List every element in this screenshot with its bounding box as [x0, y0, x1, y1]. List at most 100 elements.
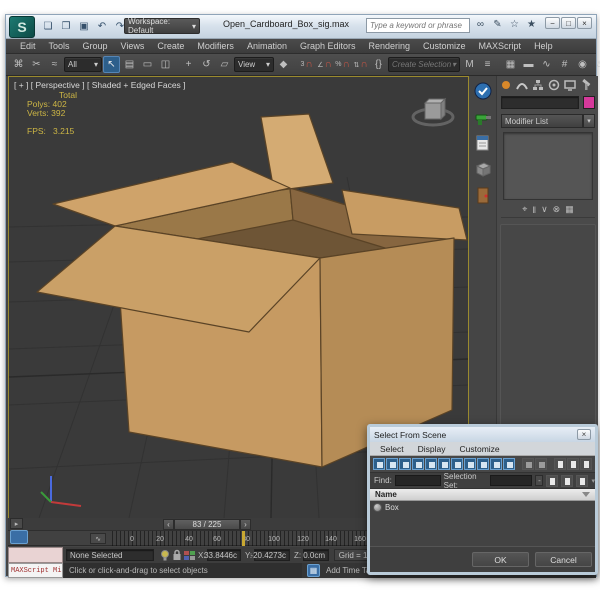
new-file-icon[interactable]: ❏: [40, 18, 56, 34]
chevron-down-icon[interactable]: ▾: [591, 477, 595, 485]
menu-tools[interactable]: Tools: [49, 41, 70, 51]
menu-group[interactable]: Group: [83, 41, 108, 51]
trackbar-mode-button[interactable]: [10, 530, 28, 544]
workspace-dropdown[interactable]: Workspace: Default ▾: [124, 18, 200, 34]
y-coordinate-field[interactable]: -20.4273c: [254, 549, 290, 561]
reference-coordinate-dropdown[interactable]: View ▾: [234, 57, 274, 72]
angle-snap-icon[interactable]: ∠∩: [316, 56, 333, 73]
selection-filter-dropdown[interactable]: All ▾: [64, 57, 102, 72]
viewcube[interactable]: [410, 95, 456, 129]
dialog-close-icon[interactable]: ×: [577, 429, 591, 440]
select-by-name-icon[interactable]: ▤: [121, 56, 138, 73]
edit-named-selections-icon[interactable]: {}: [370, 56, 387, 73]
cancel-button[interactable]: Cancel: [535, 552, 592, 567]
display-geometry-icon[interactable]: [373, 458, 385, 470]
dialog-menu-customize[interactable]: Customize: [460, 444, 500, 454]
display-groups-icon[interactable]: [451, 458, 463, 470]
find-input[interactable]: [395, 475, 441, 486]
align-icon[interactable]: ≡: [479, 56, 496, 73]
script-doc-icon[interactable]: [474, 134, 492, 152]
mini-curve-editor-icon[interactable]: ∿: [90, 533, 106, 544]
select-and-manipulate-icon[interactable]: ◆: [275, 56, 292, 73]
search-icon[interactable]: ∞: [474, 17, 487, 32]
selection-set-dropdown[interactable]: [490, 475, 532, 486]
sphere-check-icon[interactable]: [474, 82, 492, 100]
save-file-icon[interactable]: ▣: [76, 18, 92, 34]
configure-modifier-sets-icon[interactable]: ▦: [565, 204, 574, 215]
display-shapes-icon[interactable]: [386, 458, 398, 470]
dialog-menu-select[interactable]: Select: [380, 444, 404, 454]
menu-create[interactable]: Create: [157, 41, 184, 51]
current-frame-indicator[interactable]: 83 / 225: [174, 519, 240, 530]
list-item[interactable]: Box: [370, 501, 595, 513]
remove-modifier-icon[interactable]: ⊗: [553, 204, 561, 215]
bind-to-spacewarp-icon[interactable]: ≈: [46, 56, 63, 73]
layer-manager-icon[interactable]: ▦: [502, 56, 519, 73]
copy-set-icon[interactable]: [561, 475, 573, 487]
name-column-header[interactable]: Name: [370, 489, 595, 501]
dialog-title-bar[interactable]: Select From Scene ×: [370, 427, 595, 442]
display-hidden-icon[interactable]: [535, 458, 547, 470]
object-name-field[interactable]: [501, 96, 579, 109]
make-unique-icon[interactable]: ∨: [541, 204, 548, 215]
ok-button[interactable]: OK: [472, 552, 529, 567]
menu-modifiers[interactable]: Modifiers: [197, 41, 234, 51]
minimize-button[interactable]: −: [545, 17, 560, 29]
time-slider-handle[interactable]: ‹ 83 / 225 ›: [163, 519, 251, 530]
communication-center-icon[interactable]: ☆: [508, 17, 521, 32]
select-object-icon[interactable]: ↖: [103, 56, 120, 73]
paste-set-icon[interactable]: [576, 475, 588, 487]
open-mini-curve-editor-button[interactable]: ▸: [10, 518, 23, 529]
menu-graph-editors[interactable]: Graph Editors: [300, 41, 356, 51]
column-filter-icon[interactable]: [582, 492, 590, 497]
favorites-star-icon[interactable]: ★: [525, 17, 538, 32]
column-chooser-icon[interactable]: [567, 458, 579, 470]
tab-modify[interactable]: [515, 78, 528, 91]
next-frame-button[interactable]: ›: [240, 519, 251, 530]
material-editor-icon[interactable]: ◉: [574, 56, 591, 73]
chevron-down-icon[interactable]: ▾: [583, 114, 595, 128]
x-coordinate-field[interactable]: 33.8446c: [207, 549, 241, 561]
curve-editor-icon[interactable]: ∿: [538, 56, 555, 73]
display-containers-icon[interactable]: [490, 458, 502, 470]
undo-icon[interactable]: ↶: [94, 18, 110, 34]
door-icon[interactable]: [474, 186, 492, 204]
named-selection-sets-dropdown[interactable]: Create Selection Set ▾: [388, 57, 460, 72]
select-and-link-icon[interactable]: ⌘: [10, 56, 27, 73]
object-color-swatch[interactable]: [583, 96, 595, 109]
list-view-icon[interactable]: [554, 458, 566, 470]
menu-views[interactable]: Views: [121, 41, 145, 51]
render-setup-icon[interactable]: ♨: [592, 56, 600, 73]
menu-edit[interactable]: Edit: [20, 41, 36, 51]
drill-icon[interactable]: [474, 108, 492, 126]
maxscript-mini-listener[interactable]: MAXScript Mi: [8, 563, 63, 578]
search-input[interactable]: [367, 19, 469, 32]
display-frozen-icon[interactable]: [522, 458, 534, 470]
menu-rendering[interactable]: Rendering: [369, 41, 411, 51]
select-and-move-icon[interactable]: +: [180, 56, 197, 73]
tab-display[interactable]: [563, 78, 576, 91]
spinner-snap-icon[interactable]: ⇅∩: [352, 56, 369, 73]
display-cameras-icon[interactable]: [412, 458, 424, 470]
absolute-offset-toggle-icon[interactable]: [184, 549, 195, 561]
tab-hierarchy[interactable]: [531, 78, 544, 91]
tab-create[interactable]: [499, 78, 512, 91]
close-button[interactable]: ×: [577, 17, 592, 29]
unlink-selection-icon[interactable]: ✂: [28, 56, 45, 73]
previous-frame-button[interactable]: ‹: [163, 519, 174, 530]
isolate-toggle-icon[interactable]: [160, 549, 170, 561]
scene-object-list[interactable]: Box: [370, 501, 595, 546]
modifier-list-dropdown[interactable]: Modifier List: [501, 114, 583, 128]
maximize-button[interactable]: □: [561, 17, 576, 29]
selection-lock-icon[interactable]: [172, 549, 182, 561]
expand-all-icon[interactable]: [580, 458, 592, 470]
percent-snap-icon[interactable]: %∩: [334, 56, 351, 73]
tab-utilities[interactable]: [579, 78, 592, 91]
display-bones-icon[interactable]: [477, 458, 489, 470]
display-helpers-icon[interactable]: [425, 458, 437, 470]
select-and-rotate-icon[interactable]: ↺: [198, 56, 215, 73]
select-and-scale-icon[interactable]: ▱: [216, 56, 233, 73]
show-end-result-icon[interactable]: ‖: [532, 205, 536, 215]
display-lights-icon[interactable]: [399, 458, 411, 470]
pin-stack-icon[interactable]: ⌖: [522, 204, 527, 215]
